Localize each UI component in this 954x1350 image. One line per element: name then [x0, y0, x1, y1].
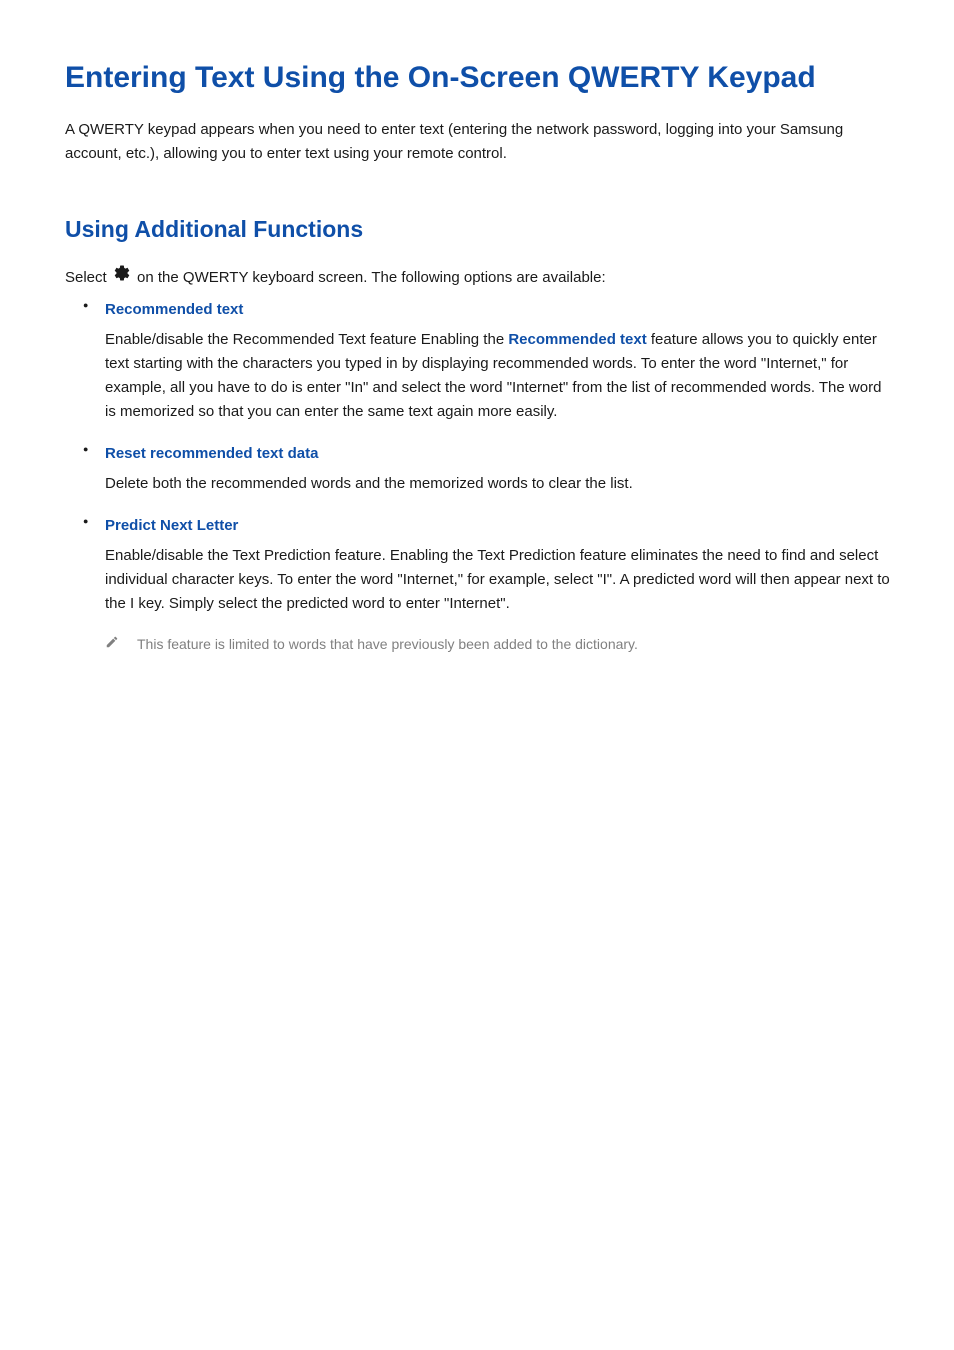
list-item: Recommended text Enable/disable the Reco…: [65, 298, 894, 424]
item-title-reset-text-data: Reset recommended text data: [105, 442, 894, 466]
options-list: Recommended text Enable/disable the Reco…: [65, 298, 894, 616]
item-title-predict-next-letter: Predict Next Letter: [105, 514, 894, 538]
item-body: Delete both the recommended words and th…: [105, 475, 633, 492]
item-body-pre: Enable/disable the Recommended Text feat…: [105, 331, 508, 348]
select-instruction: Select on the QWERTY keyboard screen. Th…: [65, 265, 894, 292]
item-body-pre: Delete both the recommended words and th…: [105, 475, 633, 492]
select-prefix-text: Select: [65, 269, 111, 286]
page-title: Entering Text Using the On-Screen QWERTY…: [65, 60, 894, 96]
item-body: Enable/disable the Recommended Text feat…: [105, 331, 881, 420]
list-item: Reset recommended text data Delete both …: [65, 442, 894, 496]
note-row: This feature is limited to words that ha…: [65, 634, 894, 655]
item-body: Enable/disable the Text Prediction featu…: [105, 547, 890, 612]
section-title: Using Additional Functions: [65, 216, 894, 243]
list-item: Predict Next Letter Enable/disable the T…: [65, 514, 894, 616]
item-title-recommended-text: Recommended text: [105, 298, 894, 322]
gear-icon: [113, 264, 131, 291]
intro-paragraph: A QWERTY keypad appears when you need to…: [65, 118, 894, 166]
note-text: This feature is limited to words that ha…: [137, 634, 638, 655]
item-body-highlight: Recommended text: [508, 331, 646, 348]
pencil-icon: [105, 635, 119, 654]
select-suffix-text: on the QWERTY keyboard screen. The follo…: [133, 269, 606, 286]
item-body-pre: Enable/disable the Text Prediction featu…: [105, 547, 890, 612]
